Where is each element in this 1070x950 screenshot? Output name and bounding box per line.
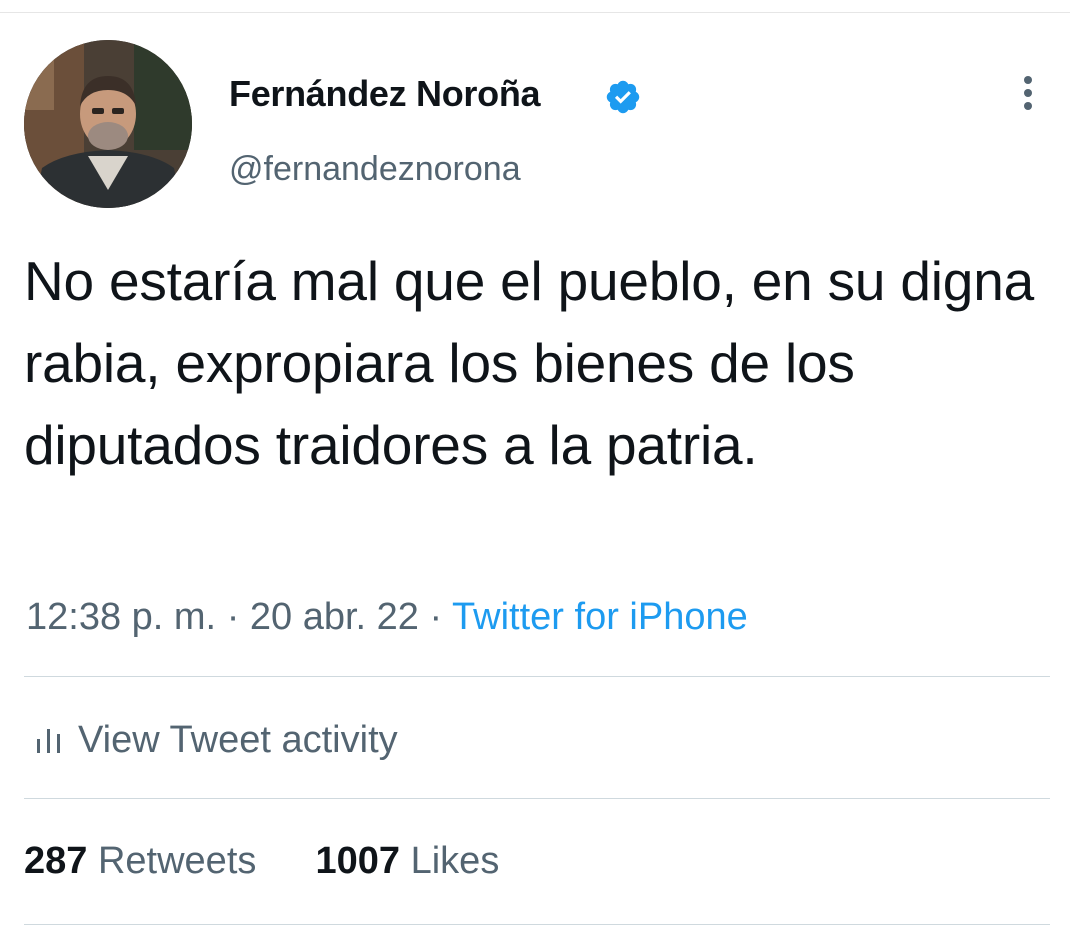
- tweet-time: 12:38 p. m.: [26, 596, 217, 638]
- divider: [24, 798, 1050, 799]
- tweet-stats: 287 Retweets 1007 Likes: [24, 838, 499, 884]
- author-handle[interactable]: @fernandeznorona: [229, 148, 521, 190]
- retweets-label: Retweets: [97, 840, 257, 882]
- author-name[interactable]: Fernández Noroña: [229, 72, 541, 116]
- view-activity-button[interactable]: View Tweet activity: [34, 716, 398, 764]
- tweet-date[interactable]: 20 abr. 22: [250, 596, 419, 638]
- avatar[interactable]: [24, 40, 192, 208]
- likes-label: Likes: [410, 840, 500, 882]
- view-activity-label: View Tweet activity: [78, 718, 398, 761]
- meta-separator: ·: [226, 596, 240, 638]
- retweets-count: 287: [24, 840, 88, 882]
- verified-badge-icon: [606, 80, 640, 114]
- more-vertical-icon[interactable]: [1010, 68, 1046, 118]
- tweet-source-link[interactable]: Twitter for iPhone: [452, 596, 748, 638]
- divider: [24, 924, 1050, 925]
- tweet-text: No estaría mal que el pueblo, en su dign…: [24, 250, 1034, 476]
- likes-link[interactable]: 1007 Likes: [305, 840, 500, 882]
- top-edge: [0, 0, 1070, 13]
- divider: [24, 676, 1050, 677]
- tweet-meta: 12:38 p. m. · 20 abr. 22 · Twitter for i…: [26, 594, 748, 640]
- retweets-link[interactable]: 287 Retweets: [24, 840, 267, 882]
- meta-separator: ·: [429, 596, 443, 638]
- bar-chart-icon: [37, 729, 60, 753]
- likes-count: 1007: [315, 840, 401, 882]
